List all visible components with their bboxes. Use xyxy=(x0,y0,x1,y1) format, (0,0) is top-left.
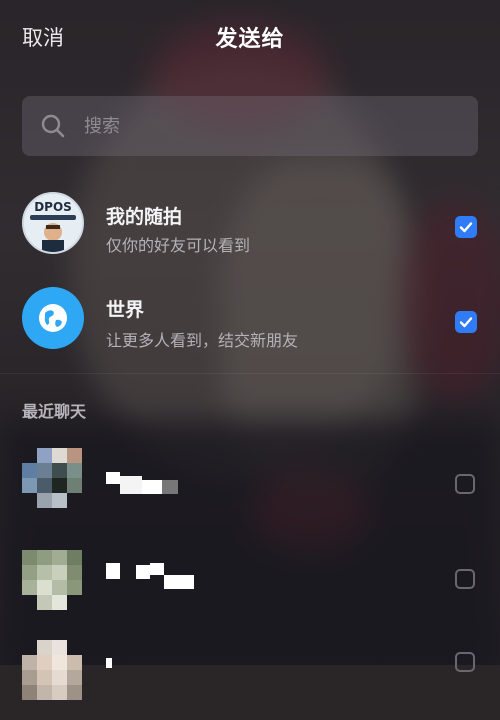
target-title: 世界 xyxy=(106,299,145,321)
checkmark-icon xyxy=(459,317,473,328)
target-subtitle: 仅你的好友可以看到 xyxy=(106,236,251,255)
page-title: 发送给 xyxy=(215,27,285,52)
avatar-logo-text: DPOS xyxy=(34,200,72,214)
checkbox-unchecked[interactable] xyxy=(455,652,475,672)
checkbox-checked[interactable] xyxy=(455,216,477,238)
contact-row[interactable] xyxy=(0,440,500,530)
contact-row[interactable] xyxy=(0,535,500,625)
contact-name-redacted xyxy=(106,563,194,589)
target-row-world[interactable]: 世界 让更多人看到，结交新朋友 xyxy=(0,275,500,365)
search-input[interactable] xyxy=(82,114,478,138)
my-moments-avatar: DPOS xyxy=(22,192,84,254)
contact-avatar xyxy=(22,448,82,508)
checkbox-unchecked[interactable] xyxy=(455,569,475,589)
contact-row[interactable] xyxy=(0,630,500,720)
checkmark-icon xyxy=(459,222,473,233)
target-subtitle: 让更多人看到，结交新朋友 xyxy=(106,331,299,350)
checkbox-checked[interactable] xyxy=(455,311,477,333)
contact-name-redacted xyxy=(106,472,178,494)
target-row-my-moments[interactable]: DPOS 我的随拍 仅你的好友可以看到 xyxy=(0,180,500,270)
search-bar[interactable] xyxy=(22,96,478,156)
world-avatar xyxy=(22,287,84,349)
section-divider xyxy=(0,373,500,374)
section-label-recent-chats: 最近聊天 xyxy=(22,402,87,421)
search-icon xyxy=(41,114,65,138)
globe-icon xyxy=(39,304,67,332)
header-bar: 取消 发送给 xyxy=(0,0,500,75)
contact-name-redacted xyxy=(106,658,112,668)
contact-avatar xyxy=(22,640,82,700)
share-panel: 取消 发送给 DPOS 我的随拍 仅你的好友可以看到 xyxy=(0,0,500,700)
contact-avatar xyxy=(22,550,82,610)
target-title: 我的随拍 xyxy=(106,206,183,228)
checkbox-unchecked[interactable] xyxy=(455,474,475,494)
